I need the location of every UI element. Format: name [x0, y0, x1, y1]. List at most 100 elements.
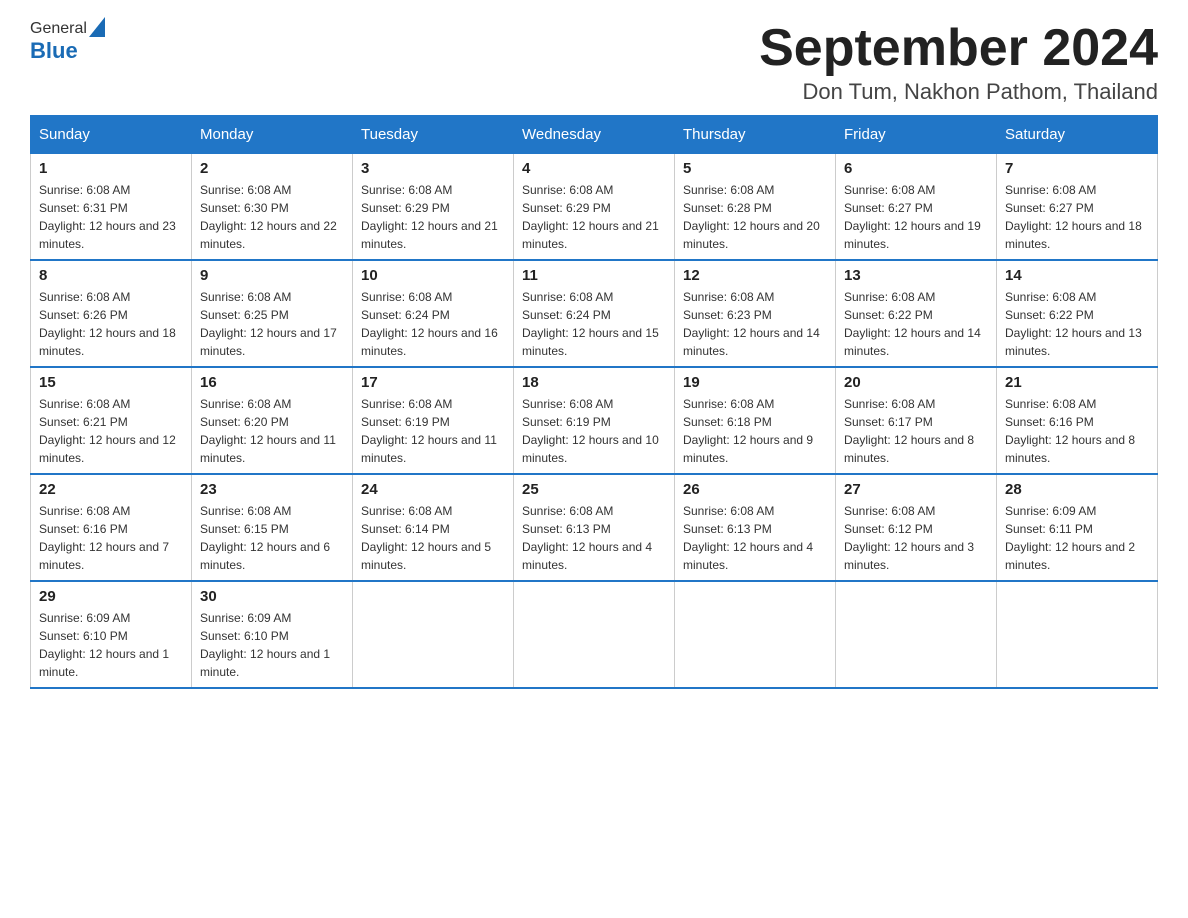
day-number: 7	[1005, 160, 1149, 177]
calendar-cell	[514, 581, 675, 688]
calendar-cell: 17 Sunrise: 6:08 AMSunset: 6:19 PMDayligh…	[353, 367, 514, 474]
day-info: Sunrise: 6:08 AMSunset: 6:19 PMDaylight:…	[361, 395, 505, 467]
calendar-cell	[353, 581, 514, 688]
day-info: Sunrise: 6:08 AMSunset: 6:27 PMDaylight:…	[1005, 181, 1149, 253]
day-number: 2	[200, 160, 344, 177]
calendar-cell: 13 Sunrise: 6:08 AMSunset: 6:22 PMDayligh…	[836, 260, 997, 367]
day-info: Sunrise: 6:08 AMSunset: 6:28 PMDaylight:…	[683, 181, 827, 253]
day-number: 27	[844, 481, 988, 498]
day-info: Sunrise: 6:08 AMSunset: 6:18 PMDaylight:…	[683, 395, 827, 467]
calendar-cell: 12 Sunrise: 6:08 AMSunset: 6:23 PMDayligh…	[675, 260, 836, 367]
logo: General Blue	[30, 20, 105, 64]
day-number: 8	[39, 267, 183, 284]
calendar-cell: 1 Sunrise: 6:08 AMSunset: 6:31 PMDaylight…	[31, 154, 192, 261]
calendar-cell: 5 Sunrise: 6:08 AMSunset: 6:28 PMDaylight…	[675, 154, 836, 261]
calendar-cell: 29 Sunrise: 6:09 AMSunset: 6:10 PMDayligh…	[31, 581, 192, 688]
calendar-cell: 10Sunrise: 6:08 AMSunset: 6:24 PMDayligh…	[353, 260, 514, 367]
logo-triangle-icon	[89, 17, 105, 37]
calendar-cell: 15Sunrise: 6:08 AMSunset: 6:21 PMDayligh…	[31, 367, 192, 474]
logo-general-text: General	[30, 20, 87, 38]
calendar-cell: 2Sunrise: 6:08 AMSunset: 6:30 PMDaylight…	[192, 154, 353, 261]
day-number: 26	[683, 481, 827, 498]
day-number: 13	[844, 267, 988, 284]
calendar-cell: 19 Sunrise: 6:08 AMSunset: 6:18 PMDayligh…	[675, 367, 836, 474]
day-number: 16	[200, 374, 344, 391]
day-number: 12	[683, 267, 827, 284]
day-info: Sunrise: 6:08 AMSunset: 6:19 PMDaylight:…	[522, 395, 666, 467]
day-info: Sunrise: 6:08 AMSunset: 6:23 PMDaylight:…	[683, 288, 827, 360]
calendar-cell: 6 Sunrise: 6:08 AMSunset: 6:27 PMDaylight…	[836, 154, 997, 261]
day-number: 30	[200, 588, 344, 605]
day-number: 22	[39, 481, 183, 498]
day-info: Sunrise: 6:09 AMSunset: 6:10 PMDaylight:…	[39, 609, 183, 681]
calendar-week-row: 1 Sunrise: 6:08 AMSunset: 6:31 PMDaylight…	[31, 154, 1158, 261]
calendar-cell: 26 Sunrise: 6:08 AMSunset: 6:13 PMDayligh…	[675, 474, 836, 581]
calendar-cell: 3 Sunrise: 6:08 AMSunset: 6:29 PMDaylight…	[353, 154, 514, 261]
calendar-cell: 30Sunrise: 6:09 AMSunset: 6:10 PMDayligh…	[192, 581, 353, 688]
day-number: 23	[200, 481, 344, 498]
column-header-friday: Friday	[836, 116, 997, 154]
day-info: Sunrise: 6:08 AMSunset: 6:24 PMDaylight:…	[361, 288, 505, 360]
day-number: 5	[683, 160, 827, 177]
day-info: Sunrise: 6:08 AMSunset: 6:22 PMDaylight:…	[1005, 288, 1149, 360]
calendar-week-row: 22 Sunrise: 6:08 AMSunset: 6:16 PMDayligh…	[31, 474, 1158, 581]
calendar-table: SundayMondayTuesdayWednesdayThursdayFrid…	[30, 115, 1158, 689]
day-info: Sunrise: 6:08 AMSunset: 6:13 PMDaylight:…	[683, 502, 827, 574]
month-title: September 2024	[759, 20, 1158, 77]
calendar-cell: 18 Sunrise: 6:08 AMSunset: 6:19 PMDayligh…	[514, 367, 675, 474]
day-info: Sunrise: 6:08 AMSunset: 6:27 PMDaylight:…	[844, 181, 988, 253]
day-number: 21	[1005, 374, 1149, 391]
day-info: Sunrise: 6:08 AMSunset: 6:16 PMDaylight:…	[1005, 395, 1149, 467]
calendar-week-row: 8 Sunrise: 6:08 AMSunset: 6:26 PMDaylight…	[31, 260, 1158, 367]
calendar-cell: 20 Sunrise: 6:08 AMSunset: 6:17 PMDayligh…	[836, 367, 997, 474]
day-number: 29	[39, 588, 183, 605]
calendar-cell	[997, 581, 1158, 688]
calendar-cell: 8 Sunrise: 6:08 AMSunset: 6:26 PMDaylight…	[31, 260, 192, 367]
day-info: Sunrise: 6:08 AMSunset: 6:24 PMDaylight:…	[522, 288, 666, 360]
day-info: Sunrise: 6:08 AMSunset: 6:29 PMDaylight:…	[361, 181, 505, 253]
column-header-wednesday: Wednesday	[514, 116, 675, 154]
day-info: Sunrise: 6:08 AMSunset: 6:13 PMDaylight:…	[522, 502, 666, 574]
day-number: 20	[844, 374, 988, 391]
column-header-monday: Monday	[192, 116, 353, 154]
calendar-week-row: 29 Sunrise: 6:09 AMSunset: 6:10 PMDayligh…	[31, 581, 1158, 688]
day-info: Sunrise: 6:08 AMSunset: 6:14 PMDaylight:…	[361, 502, 505, 574]
calendar-cell: 14Sunrise: 6:08 AMSunset: 6:22 PMDayligh…	[997, 260, 1158, 367]
day-number: 28	[1005, 481, 1149, 498]
day-info: Sunrise: 6:08 AMSunset: 6:20 PMDaylight:…	[200, 395, 344, 467]
calendar-header-row: SundayMondayTuesdayWednesdayThursdayFrid…	[31, 116, 1158, 154]
day-info: Sunrise: 6:09 AMSunset: 6:11 PMDaylight:…	[1005, 502, 1149, 574]
page-header: General Blue September 2024 Don Tum, Nak…	[30, 20, 1158, 105]
day-number: 15	[39, 374, 183, 391]
column-header-thursday: Thursday	[675, 116, 836, 154]
calendar-cell: 28 Sunrise: 6:09 AMSunset: 6:11 PMDayligh…	[997, 474, 1158, 581]
calendar-cell: 7 Sunrise: 6:08 AMSunset: 6:27 PMDaylight…	[997, 154, 1158, 261]
calendar-cell: 11Sunrise: 6:08 AMSunset: 6:24 PMDayligh…	[514, 260, 675, 367]
calendar-cell: 21 Sunrise: 6:08 AMSunset: 6:16 PMDayligh…	[997, 367, 1158, 474]
calendar-week-row: 15Sunrise: 6:08 AMSunset: 6:21 PMDayligh…	[31, 367, 1158, 474]
calendar-cell: 9 Sunrise: 6:08 AMSunset: 6:25 PMDaylight…	[192, 260, 353, 367]
calendar-cell: 22 Sunrise: 6:08 AMSunset: 6:16 PMDayligh…	[31, 474, 192, 581]
day-number: 3	[361, 160, 505, 177]
calendar-cell: 27Sunrise: 6:08 AMSunset: 6:12 PMDayligh…	[836, 474, 997, 581]
title-block: September 2024 Don Tum, Nakhon Pathom, T…	[759, 20, 1158, 105]
day-number: 17	[361, 374, 505, 391]
day-number: 19	[683, 374, 827, 391]
day-number: 24	[361, 481, 505, 498]
calendar-cell: 16 Sunrise: 6:08 AMSunset: 6:20 PMDayligh…	[192, 367, 353, 474]
day-info: Sunrise: 6:08 AMSunset: 6:31 PMDaylight:…	[39, 181, 183, 253]
day-info: Sunrise: 6:08 AMSunset: 6:22 PMDaylight:…	[844, 288, 988, 360]
calendar-cell	[836, 581, 997, 688]
day-info: Sunrise: 6:08 AMSunset: 6:29 PMDaylight:…	[522, 181, 666, 253]
logo-blue-text: Blue	[30, 38, 78, 64]
day-info: Sunrise: 6:08 AMSunset: 6:15 PMDaylight:…	[200, 502, 344, 574]
day-info: Sunrise: 6:08 AMSunset: 6:17 PMDaylight:…	[844, 395, 988, 467]
day-number: 1	[39, 160, 183, 177]
day-info: Sunrise: 6:08 AMSunset: 6:26 PMDaylight:…	[39, 288, 183, 360]
day-number: 4	[522, 160, 666, 177]
day-number: 6	[844, 160, 988, 177]
day-info: Sunrise: 6:08 AMSunset: 6:25 PMDaylight:…	[200, 288, 344, 360]
day-number: 18	[522, 374, 666, 391]
day-number: 9	[200, 267, 344, 284]
day-info: Sunrise: 6:08 AMSunset: 6:16 PMDaylight:…	[39, 502, 183, 574]
